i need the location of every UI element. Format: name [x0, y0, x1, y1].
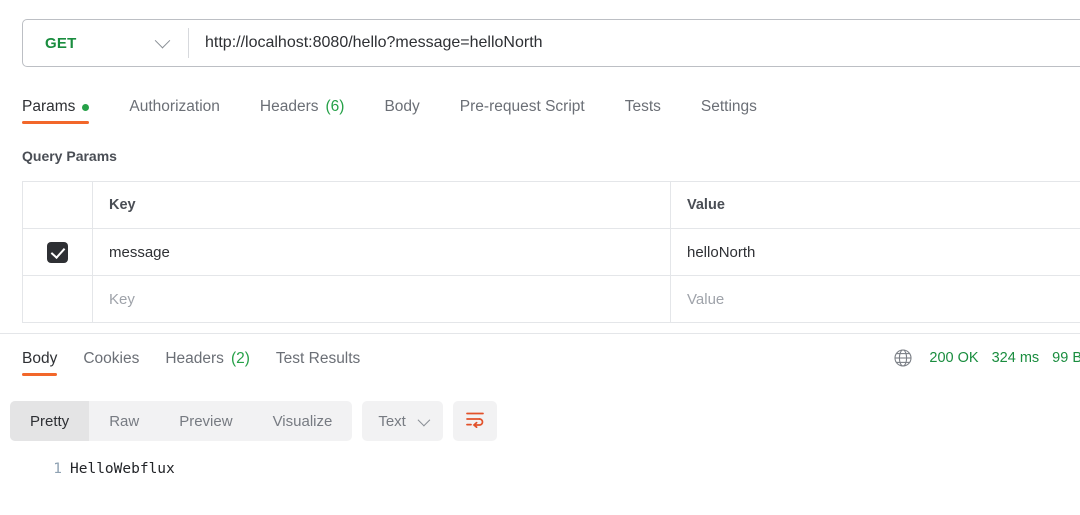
response-tab-body[interactable]: Body [10, 348, 71, 381]
response-tab-headers-label: Headers [165, 350, 224, 367]
tab-body-label: Body [384, 98, 420, 115]
response-body-viewer: 1 HelloWebflux [22, 461, 175, 477]
request-tabs: Params Authorization Headers (6) Body Pr… [22, 93, 779, 130]
response-tab-headers-count: (2) [230, 350, 250, 367]
word-wrap-button[interactable] [452, 401, 497, 441]
response-tab-headers[interactable]: Headers (2) [153, 348, 264, 381]
response-tab-cookies[interactable]: Cookies [71, 348, 153, 381]
response-meta: 200 OK 324 ms 99 B [893, 348, 1080, 368]
response-body-text: HelloWebflux [70, 461, 175, 477]
header-cell-key: Key [93, 182, 671, 228]
chevron-down-icon [154, 32, 171, 48]
tab-tests-label: Tests [624, 98, 661, 115]
tab-settings-label: Settings [700, 98, 757, 115]
response-size: 99 B [1052, 350, 1080, 366]
tab-pre-request-script[interactable]: Pre-request Script [442, 93, 607, 130]
chevron-down-icon [417, 413, 431, 426]
response-tab-test-results[interactable]: Test Results [264, 348, 374, 381]
new-param-key-input[interactable]: Key [93, 276, 671, 322]
tab-pre-request-script-label: Pre-request Script [459, 98, 585, 115]
tab-params-label: Params [22, 98, 76, 115]
table-header-row: Key Value [23, 182, 1080, 229]
view-mode-pretty[interactable]: Pretty [10, 401, 90, 441]
table-row: Key Value [23, 276, 1080, 323]
unsaved-dot-icon [82, 103, 90, 111]
response-tab-test-results-label: Test Results [275, 350, 361, 367]
param-enabled-checkbox[interactable] [47, 241, 68, 263]
http-method-label: GET [45, 34, 77, 52]
tab-params[interactable]: Params [22, 93, 111, 130]
request-url-bar: GET [22, 19, 1080, 67]
globe-icon [893, 348, 913, 368]
new-param-value-input[interactable]: Value [671, 276, 1080, 322]
view-mode-visualize[interactable]: Visualize [253, 401, 353, 441]
param-value-input[interactable]: helloNorth [671, 229, 1080, 275]
section-divider [0, 333, 1080, 334]
view-mode-raw[interactable]: Raw [89, 401, 159, 441]
query-params-title: Query Params [22, 148, 117, 164]
row-checkbox-cell [23, 276, 93, 322]
word-wrap-icon [465, 410, 485, 433]
tab-headers-label: Headers [259, 98, 319, 115]
view-mode-preview[interactable]: Preview [159, 401, 252, 441]
tab-authorization-label: Authorization [129, 98, 220, 115]
tab-headers[interactable]: Headers (6) [242, 93, 367, 130]
tab-tests[interactable]: Tests [607, 93, 683, 130]
line-number: 1 [53, 461, 62, 477]
param-key-input[interactable]: message [93, 229, 671, 275]
row-checkbox-cell [23, 229, 93, 275]
tab-headers-count: (6) [325, 98, 345, 115]
response-tab-cookies-label: Cookies [83, 350, 140, 367]
response-body-toolbar: Pretty Raw Preview Visualize Text [10, 401, 497, 441]
query-params-table: Key Value message helloNorth Key Value [22, 181, 1080, 323]
tab-authorization[interactable]: Authorization [111, 93, 241, 130]
response-format-label: Text [378, 412, 406, 430]
response-view-mode-group: Pretty Raw Preview Visualize [10, 401, 353, 441]
url-input[interactable] [189, 20, 1080, 66]
header-cell-checkbox [23, 182, 93, 228]
response-tabs: Body Cookies Headers (2) Test Results [10, 348, 374, 381]
response-status: 200 OK [929, 350, 979, 366]
header-cell-value: Value [671, 182, 1080, 228]
response-format-select[interactable]: Text [362, 401, 443, 441]
tab-settings[interactable]: Settings [683, 93, 779, 130]
response-tab-body-label: Body [22, 350, 58, 367]
table-row: message helloNorth [23, 229, 1080, 276]
http-method-select[interactable]: GET [23, 20, 188, 66]
response-time: 324 ms [991, 350, 1040, 366]
tab-body[interactable]: Body [366, 93, 441, 130]
